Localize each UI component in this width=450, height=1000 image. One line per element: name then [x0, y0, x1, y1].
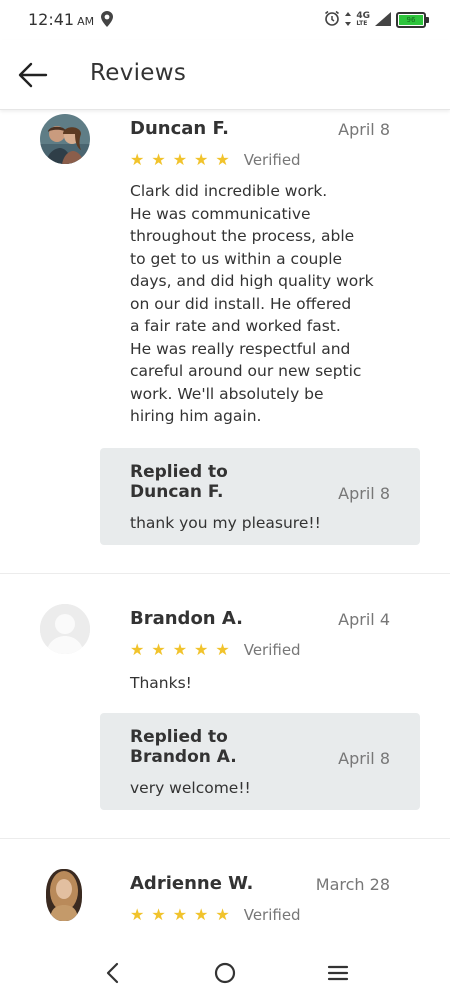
location-pin-icon: [101, 11, 113, 31]
review-text-line: careful around our new septic: [130, 362, 362, 380]
star-rating: ★ ★ ★ ★ ★ Verified: [130, 640, 301, 659]
battery-icon: 96: [396, 12, 429, 28]
review-text: Thanks!: [130, 672, 400, 695]
network-type: 4G LTE: [356, 12, 370, 28]
review-date: March 28: [315, 875, 390, 894]
star-icon: ★: [215, 150, 230, 169]
star-icon: ★: [215, 640, 230, 659]
signal-icon: [375, 11, 391, 30]
star-icon: ★: [130, 150, 145, 169]
review-text-line: hiring him again.: [130, 407, 262, 425]
star-icon: ★: [172, 905, 188, 924]
reply-heading-label: Replied to: [130, 727, 228, 747]
review-text-line: He was communicative: [130, 204, 311, 223]
review-text-line: throughout the process, able: [130, 227, 355, 245]
review-text-line: He was really respectful and: [130, 339, 351, 358]
review-card: Adrienne W. March 28 ★ ★ ★ ★ ★ Verified: [0, 839, 450, 945]
reply-box: Replied to Brandon A. April 8 very welco…: [100, 713, 420, 810]
review-text-line: to get to us within a couple: [130, 249, 343, 268]
star-icon: ★: [215, 905, 230, 924]
review-date: April 8: [338, 120, 390, 139]
reply-heading-label: Replied to: [130, 462, 228, 482]
verified-label: Verified: [243, 905, 301, 924]
status-bar: 12:41 AM 4G LTE 96: [0, 0, 450, 40]
reviewer-name: Brandon A.: [130, 608, 243, 629]
verified-label: Verified: [243, 640, 301, 659]
status-clock: 12:41: [28, 10, 75, 29]
nav-home-button[interactable]: [210, 958, 240, 988]
reviews-list[interactable]: Duncan F. April 8 ★ ★ ★ ★ ★ Verified Cla…: [0, 110, 450, 945]
reply-date: April 8: [338, 749, 390, 768]
reply-heading: Replied to Brandon A.: [130, 727, 237, 767]
review-text-line: on our did install. He offered: [130, 294, 352, 313]
battery-level: 96: [399, 15, 423, 25]
network-sub-label: LTE: [356, 20, 368, 27]
chevron-left-icon: [106, 962, 119, 984]
reply-box: Replied to Duncan F. April 8 thank you m…: [100, 448, 420, 545]
review-text-line: work. We'll absolutely be: [130, 384, 324, 403]
star-icon: ★: [130, 905, 145, 924]
arrow-left-icon: [18, 62, 48, 88]
nav-menu-button[interactable]: [323, 958, 353, 988]
star-icon: ★: [151, 150, 166, 169]
star-icon: ★: [172, 640, 188, 659]
review-card: Duncan F. April 8 ★ ★ ★ ★ ★ Verified Cla…: [0, 110, 450, 574]
app-bar: Reviews: [0, 40, 450, 110]
verified-label: Verified: [243, 150, 301, 169]
reply-text: very welcome!!: [130, 779, 251, 797]
reply-date: April 8: [338, 484, 390, 503]
review-text: Clark did incredible work. He was commun…: [130, 180, 400, 428]
back-button[interactable]: [18, 61, 52, 89]
avatar[interactable]: [40, 604, 90, 654]
system-nav-bar: [0, 945, 450, 1000]
reply-heading: Replied to Duncan F.: [130, 462, 228, 502]
review-date: April 4: [338, 610, 390, 629]
avatar[interactable]: [46, 869, 82, 921]
avatar[interactable]: [40, 114, 90, 164]
status-time: 12:41 AM: [28, 10, 94, 29]
nav-back-button[interactable]: [97, 958, 127, 988]
review-text-line: a fair rate and worked fast.: [130, 317, 341, 335]
reply-text: thank you my pleasure!!: [130, 514, 321, 532]
reviewer-name: Adrienne W.: [130, 873, 254, 894]
star-icon: ★: [194, 640, 209, 659]
page-title: Reviews: [90, 60, 187, 86]
review-text-line: Thanks!: [130, 674, 192, 692]
star-rating: ★ ★ ★ ★ ★ Verified: [130, 150, 301, 169]
reply-heading-name: Duncan F.: [130, 482, 224, 502]
review-card: Brandon A. April 4 ★ ★ ★ ★ ★ Verified Th…: [0, 574, 450, 839]
status-icons: 4G LTE 96: [324, 10, 429, 30]
status-ampm: AM: [77, 15, 95, 28]
circle-home-icon: [214, 962, 236, 984]
review-text-line: Clark did incredible work.: [130, 182, 328, 200]
star-icon: ★: [194, 905, 209, 924]
network-label: 4G: [356, 11, 370, 21]
star-icon: ★: [130, 640, 145, 659]
data-arrows-icon: [345, 11, 352, 30]
star-icon: ★: [194, 150, 209, 169]
star-icon: ★: [151, 640, 166, 659]
star-icon: ★: [151, 905, 166, 924]
star-icon: ★: [172, 150, 188, 169]
review-text-line: days, and did high quality work: [130, 272, 374, 290]
menu-icon: [327, 965, 349, 981]
alarm-icon: [324, 10, 340, 30]
reviewer-name: Duncan F.: [130, 118, 229, 139]
star-rating: ★ ★ ★ ★ ★ Verified: [130, 905, 301, 924]
reply-heading-name: Brandon A.: [130, 747, 237, 767]
